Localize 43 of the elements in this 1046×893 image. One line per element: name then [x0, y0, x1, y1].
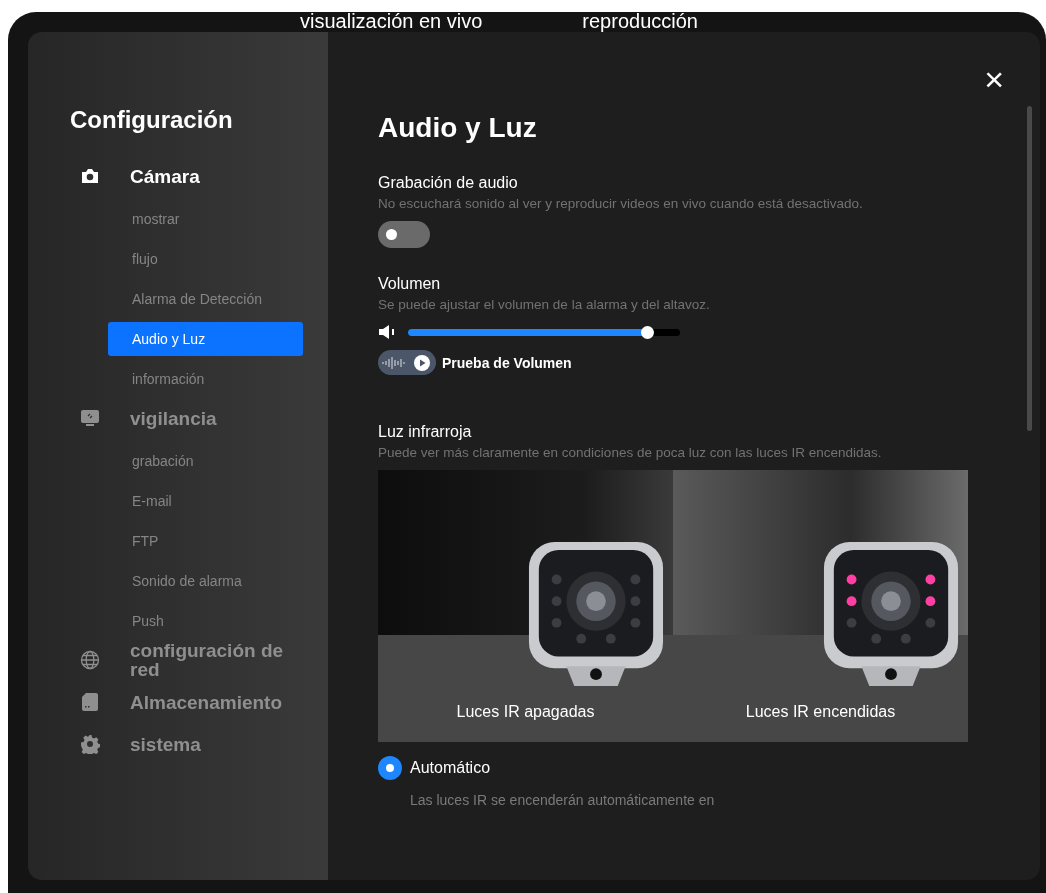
section-title: Luz infrarroja	[378, 423, 473, 441]
scrollbar-thumb[interactable]	[1027, 106, 1032, 431]
section-title: Grabación de audio	[378, 174, 519, 192]
option-description: Las luces IR se encenderán automáticamente en	[410, 792, 716, 808]
radio-button[interactable]	[378, 756, 402, 780]
image-caption: Luces IR apagadas	[455, 703, 596, 721]
section-description: No escuchará sonido al ver y reproducir videos en vivo cuando está desactivado.	[378, 196, 864, 211]
sidebar-item[interactable]: información	[108, 362, 303, 396]
sidebar-item[interactable]: mostrar	[108, 202, 303, 236]
sidebar-item[interactable]: Audio y Luz	[108, 322, 303, 356]
section-description: Puede ver más claramente en condiciones de poca luz con las luces IR encendidas.	[378, 445, 883, 460]
section-title: Volumen	[378, 275, 442, 293]
nav-tab[interactable]: visualización en vivo	[300, 12, 483, 32]
sidebar-item[interactable]: Push	[108, 604, 303, 638]
globe-icon	[80, 650, 100, 670]
section-description: Se puede ajustar el volumen de la alarma y del altavoz.	[378, 297, 711, 312]
camera-icon	[80, 166, 100, 186]
sidebar-item[interactable]: grabación	[108, 444, 303, 478]
close-button[interactable]: ×	[984, 64, 1004, 94]
sidebar-group[interactable]: Almacenamiento	[130, 692, 295, 712]
slider-thumb[interactable]	[641, 325, 655, 339]
monitor-icon	[80, 408, 100, 428]
volume-test-label: Prueba de Volumen	[442, 354, 572, 371]
speaker-icon	[378, 324, 396, 340]
sidebar-group[interactable]: configuración de red	[130, 641, 295, 679]
sidebar-group[interactable]: vigilancia	[130, 408, 295, 428]
sd-card-icon	[80, 692, 100, 712]
settings-title: Configuración	[70, 106, 234, 134]
volume-test-button[interactable]	[378, 350, 436, 375]
sidebar-item[interactable]: flujo	[108, 242, 303, 276]
nav-tab[interactable]: reproducción	[582, 12, 698, 32]
sidebar-group[interactable]: sistema	[130, 734, 295, 754]
sidebar-group[interactable]: Cámara	[130, 166, 295, 186]
toggle-switch[interactable]	[378, 221, 430, 248]
sidebar-item[interactable]: FTP	[108, 524, 303, 558]
sidebar-item[interactable]: Alarma de Detección	[108, 282, 303, 316]
page-title: Audio y Luz	[378, 112, 538, 144]
image-caption: Luces IR encendidas	[744, 703, 897, 721]
sidebar-item[interactable]: E-mail	[108, 484, 303, 518]
settings-icon	[80, 734, 100, 754]
sidebar-item[interactable]: Sonido de alarma	[108, 564, 303, 598]
play-icon	[414, 354, 430, 371]
option-label[interactable]: Automático	[410, 759, 491, 777]
